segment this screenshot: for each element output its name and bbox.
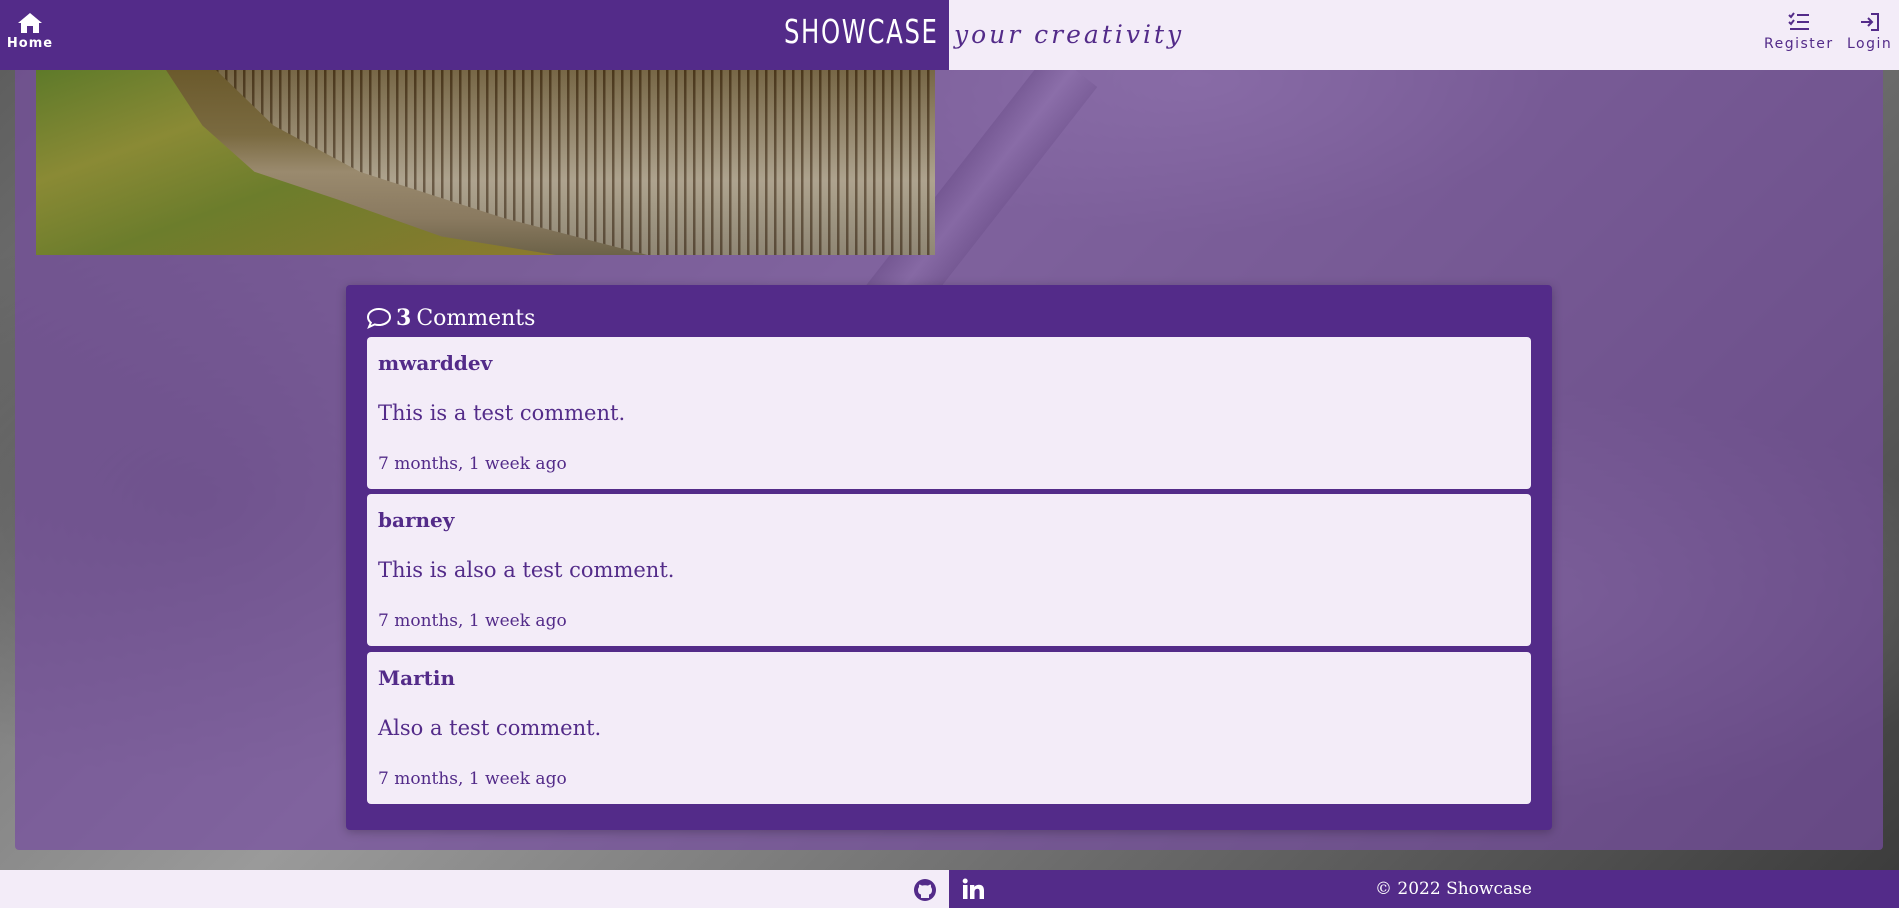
- comment-timestamp: 7 months, 1 week ago: [378, 769, 567, 789]
- github-link[interactable]: [913, 878, 937, 906]
- nav-login-label: Login: [1847, 36, 1893, 52]
- list-check-icon: [1788, 12, 1809, 30]
- comment-author: Martin: [378, 666, 456, 690]
- comment-icon: [366, 307, 392, 329]
- sign-in-icon: [1860, 13, 1879, 31]
- post-image: [36, 70, 935, 255]
- comments-section: 3 Comments mwarddev This is a test comme…: [346, 285, 1552, 830]
- comment-body: This is also a test comment.: [378, 558, 675, 582]
- github-icon: [914, 879, 936, 901]
- linkedin-link[interactable]: [962, 878, 986, 904]
- footer-copyright: © 2022 Showcase: [1375, 879, 1532, 899]
- footer-left: [0, 870, 949, 908]
- site-header: Home SHOWCASE your creativity Register L…: [0, 0, 1899, 70]
- nav-register-link[interactable]: Register: [1764, 12, 1834, 52]
- brand-title[interactable]: SHOWCASE: [784, 12, 939, 51]
- site-footer: © 2022 Showcase: [0, 870, 1899, 908]
- nav-home-link[interactable]: Home: [6, 12, 54, 51]
- nav-login-link[interactable]: Login: [1847, 12, 1892, 52]
- comment-card: Martin Also a test comment. 7 months, 1 …: [367, 652, 1531, 804]
- nav-register-label: Register: [1764, 36, 1834, 52]
- comment-card: barney This is also a test comment. 7 mo…: [367, 494, 1531, 646]
- home-icon: [18, 13, 42, 33]
- footer-right: © 2022 Showcase: [949, 870, 1899, 908]
- nav-home-label: Home: [6, 36, 54, 51]
- header-left: Home SHOWCASE: [0, 0, 949, 70]
- comment-card: mwarddev This is a test comment. 7 month…: [367, 337, 1531, 489]
- comments-count: 3: [396, 305, 412, 331]
- comment-author: barney: [378, 508, 455, 532]
- comment-body: This is a test comment.: [378, 401, 626, 425]
- comment-timestamp: 7 months, 1 week ago: [378, 611, 567, 631]
- comment-author: mwarddev: [378, 351, 493, 375]
- brand-tagline: your creativity: [954, 20, 1185, 49]
- comments-label: Comments: [416, 305, 536, 331]
- header-right: your creativity Register Login: [949, 0, 1899, 70]
- comments-heading: 3 Comments: [366, 305, 535, 331]
- comment-body: Also a test comment.: [378, 716, 602, 740]
- comment-timestamp: 7 months, 1 week ago: [378, 454, 567, 474]
- linkedin-icon: [962, 878, 984, 899]
